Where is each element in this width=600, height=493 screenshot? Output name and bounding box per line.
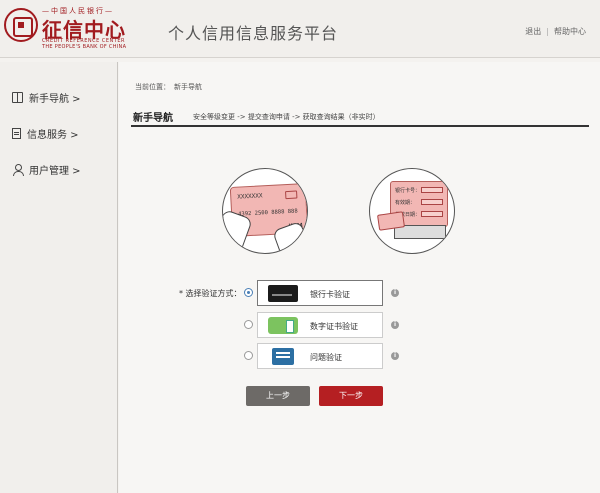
method-question-option[interactable]: 问题验证: [257, 343, 383, 369]
sidebar-item-label: 新手导航 >: [29, 93, 81, 105]
breadcrumb-current: 新手导航: [174, 83, 202, 91]
form-field: [421, 211, 443, 217]
method-bank-card-option[interactable]: 银行卡验证: [257, 280, 383, 306]
sidebar: 新手导航 > 信息服务 > 用户管理 >: [0, 62, 118, 493]
form-row-label: 银行卡号：: [395, 188, 421, 194]
method-name: 问题验证: [310, 353, 342, 362]
main-content: 当前位置： 新手导航 新手导航 安全等级变更 -> 提交查询申请 -> 获取查询结…: [119, 62, 600, 493]
card-holder: XXXXXXX: [237, 192, 263, 201]
sidebar-item-label: 信息服务 >: [27, 129, 79, 141]
site-title: 个人信用信息服务平台: [168, 24, 339, 43]
logo-english-line-2: THE PEOPLE'S BANK OF CHINA: [42, 44, 127, 50]
breadcrumb-prefix: 当前位置：: [135, 83, 170, 91]
info-icon[interactable]: i: [391, 289, 399, 297]
link-separator: |: [546, 27, 549, 36]
online-form-illustration: 银行卡号： 有效期： 借款日期：: [369, 168, 455, 254]
breadcrumb: 当前位置： 新手导航: [135, 82, 202, 92]
user-icon: [12, 163, 24, 176]
card-chip-icon: [285, 190, 298, 200]
question-form-icon: [272, 348, 294, 365]
sidebar-item-info-service[interactable]: 信息服务 >: [12, 124, 112, 142]
sidebar-item-label: 用户管理 >: [29, 165, 81, 177]
verification-method-label: * 选择验证方式：: [179, 289, 242, 298]
sidebar-item-user-management[interactable]: 用户管理 >: [12, 160, 112, 178]
header: —中国人民银行— 征信中心 CREDIT REFERENCE CENTER TH…: [0, 0, 600, 58]
card-number: 4392 2500 8888 888: [238, 208, 298, 218]
form-row-label: 有效期：: [395, 200, 416, 206]
top-links: 退出 | 帮助中心: [525, 26, 586, 37]
info-icon[interactable]: i: [391, 321, 399, 329]
radio-question[interactable]: [244, 351, 253, 360]
form-field: [421, 187, 443, 193]
document-icon: [12, 127, 21, 139]
section-header: 新手导航 安全等级变更 -> 提交查询申请 -> 获取查询结果（非实时）: [131, 109, 589, 127]
section-title: 新手导航: [133, 113, 173, 124]
info-icon[interactable]: i: [391, 352, 399, 360]
form-field: [421, 199, 443, 205]
radio-digital-certificate[interactable]: [244, 320, 253, 329]
method-digital-certificate-option[interactable]: 数字证书验证: [257, 312, 383, 338]
usb-key-icon: [268, 317, 298, 334]
logout-link[interactable]: 退出: [525, 27, 541, 36]
method-name: 数字证书验证: [310, 322, 358, 331]
credit-center-logo-icon: [4, 8, 38, 42]
bank-card-icon: [268, 285, 298, 302]
radio-bank-card[interactable]: [244, 288, 253, 297]
sidebar-item-beginner-guide[interactable]: 新手导航 >: [12, 88, 112, 106]
process-steps: 安全等级变更 -> 提交查询申请 -> 获取查询结果（非实时）: [193, 113, 380, 121]
previous-step-button[interactable]: 上一步: [246, 386, 310, 406]
next-step-button[interactable]: 下一步: [319, 386, 383, 406]
bank-card-illustration: XXXXXXX 4392 2500 8888 888 VISA: [222, 168, 308, 254]
method-name: 银行卡验证: [310, 290, 350, 299]
help-center-link[interactable]: 帮助中心: [554, 27, 586, 36]
book-icon: [12, 91, 23, 103]
